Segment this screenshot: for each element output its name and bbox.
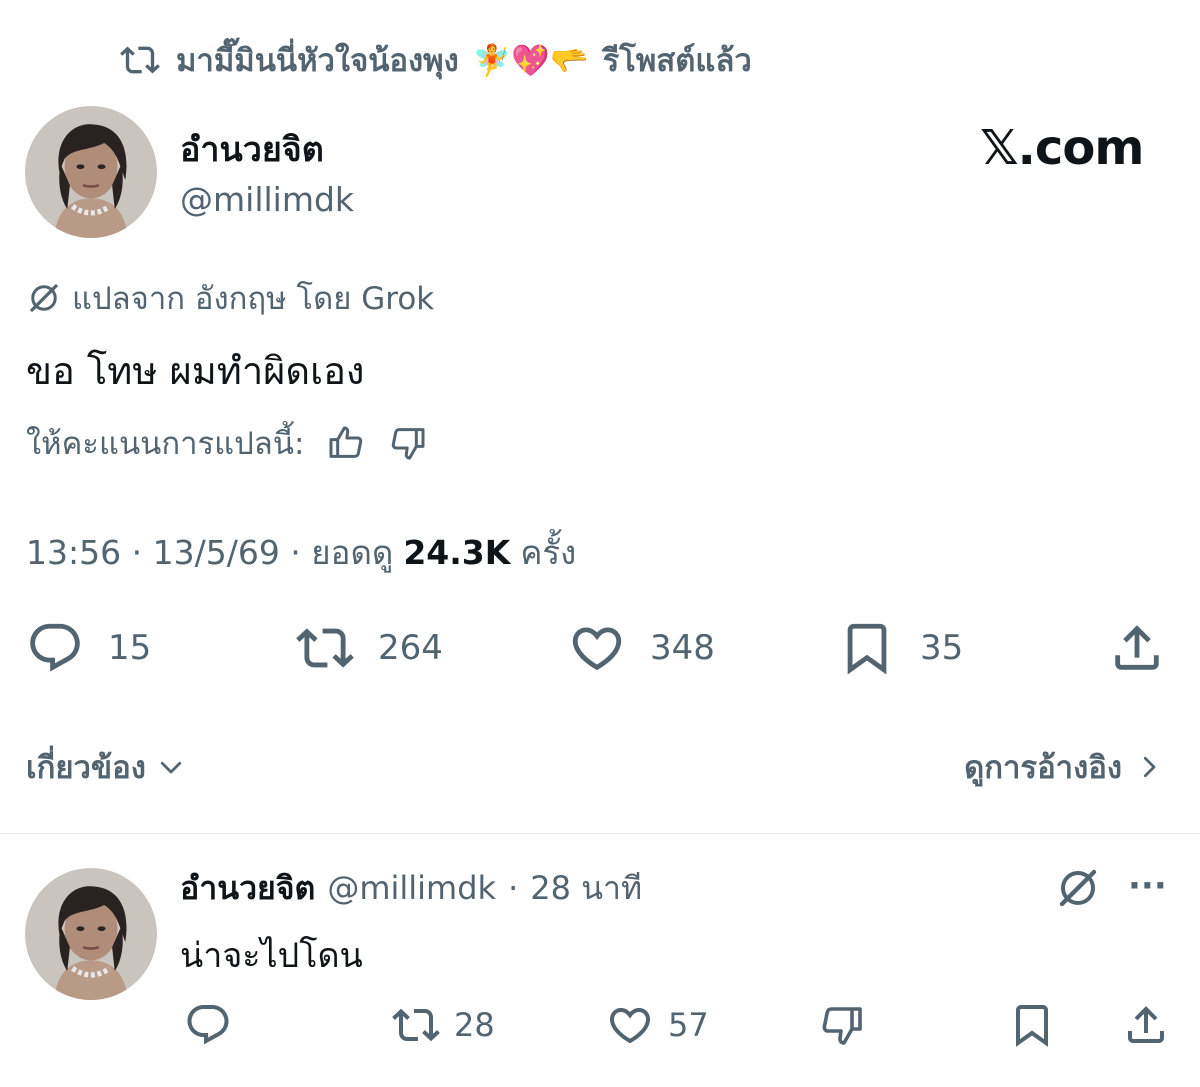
reply-text: น่าจะไปโดน — [180, 936, 363, 976]
repost-icon — [296, 619, 354, 677]
reply-icon — [184, 1001, 232, 1049]
views-count: 24.3K — [403, 532, 511, 572]
chevron-down-icon — [156, 752, 186, 782]
heart-icon — [568, 619, 626, 677]
views-unit: ครั้ง — [520, 532, 577, 572]
x-logo: 𝕏.com — [980, 120, 1144, 176]
bookmark-icon — [838, 619, 896, 677]
tweet-time[interactable]: 13:56 — [26, 533, 121, 572]
bookmark-action[interactable]: 35 — [838, 618, 963, 678]
views-label: ยอดดู — [311, 532, 394, 572]
repost-icon — [392, 1001, 440, 1049]
display-name[interactable]: อำนวยจิต — [180, 122, 324, 176]
repost-icon — [118, 40, 162, 80]
reply-avatar[interactable] — [25, 868, 157, 1000]
reply-repost-action[interactable]: 28 — [392, 1000, 495, 1050]
avatar[interactable] — [25, 106, 157, 238]
repost-action[interactable]: 264 — [296, 618, 443, 678]
rate-label: ให้คะแนนการแปลนี้: — [26, 426, 305, 462]
reply-reply-action[interactable] — [184, 1000, 232, 1050]
repost-count: 264 — [378, 628, 443, 668]
reply-action[interactable]: 15 — [26, 618, 151, 678]
translation-notice: แปลจาก อังกฤษ โดย Grok — [26, 276, 434, 320]
reply-repost-count: 28 — [454, 1006, 495, 1044]
repost-user-name[interactable]: มามี๊มินนี่หัวใจน้องพุง — [176, 35, 459, 85]
tweet-text: ขอ โทษ ผมทำผิดเอง — [26, 349, 365, 393]
repost-suffix: รีโพสต์แล้ว — [602, 43, 752, 79]
share-icon — [1108, 619, 1166, 677]
like-count: 348 — [650, 628, 715, 668]
quotes-label: ดูการอ้างอิง — [964, 750, 1122, 786]
reply-time[interactable]: 28 นาที — [530, 863, 642, 914]
reply-bookmark-action[interactable] — [1008, 1000, 1056, 1050]
divider — [0, 833, 1200, 834]
tweet-meta: 13:56 · 13/5/69 · ยอดดู 24.3K ครั้ง — [26, 528, 576, 576]
heart-icon — [606, 1001, 654, 1049]
tweet-date[interactable]: 13/5/69 — [153, 533, 280, 572]
separator-dot: · — [508, 869, 519, 907]
bookmark-count: 35 — [920, 628, 964, 668]
grok-icon — [26, 280, 62, 316]
repost-banner[interactable]: มามี๊มินนี่หัวใจน้องพุง 🧚💖🫳 รีโพสต์แล้ว — [118, 36, 752, 84]
user-handle[interactable]: @millimdk — [180, 180, 354, 219]
reply-like-count: 57 — [668, 1006, 709, 1044]
chevron-right-icon — [1134, 752, 1164, 782]
separator-dot: · — [279, 532, 312, 572]
translation-label: แปลจาก อังกฤษ โดย Grok — [72, 281, 435, 317]
reply-count: 15 — [108, 628, 152, 668]
share-icon — [1122, 1001, 1170, 1049]
reply-share-action[interactable] — [1122, 1000, 1170, 1050]
grok-icon[interactable] — [1054, 864, 1102, 912]
thumbs-up-icon[interactable] — [326, 423, 366, 463]
more-options-icon[interactable]: ··· — [1128, 866, 1167, 906]
like-action[interactable]: 348 — [568, 618, 715, 678]
reply-dislike-action[interactable] — [818, 1000, 866, 1050]
thumbs-down-icon[interactable] — [388, 423, 428, 463]
separator-dot: · — [121, 532, 153, 572]
reply-like-action[interactable]: 57 — [606, 1000, 709, 1050]
thumbs-down-icon — [818, 1001, 866, 1049]
reply-icon — [26, 619, 84, 677]
repost-emojis: 🧚💖🫳 — [472, 42, 589, 79]
related-label: เกี่ยวข้อง — [26, 750, 146, 786]
reply-display-name[interactable]: อำนวยจิต — [180, 863, 315, 914]
share-action[interactable] — [1108, 618, 1166, 678]
bookmark-icon — [1008, 1001, 1056, 1049]
reply-handle[interactable]: @millimdk — [327, 869, 496, 907]
reply-header: อำนวยจิต @millimdk · 28 นาที — [180, 866, 642, 910]
rate-translation: ให้คะแนนการแปลนี้: — [26, 418, 428, 468]
view-quotes-link[interactable]: ดูการอ้างอิง — [964, 742, 1164, 792]
related-toggle[interactable]: เกี่ยวข้อง — [26, 742, 186, 792]
